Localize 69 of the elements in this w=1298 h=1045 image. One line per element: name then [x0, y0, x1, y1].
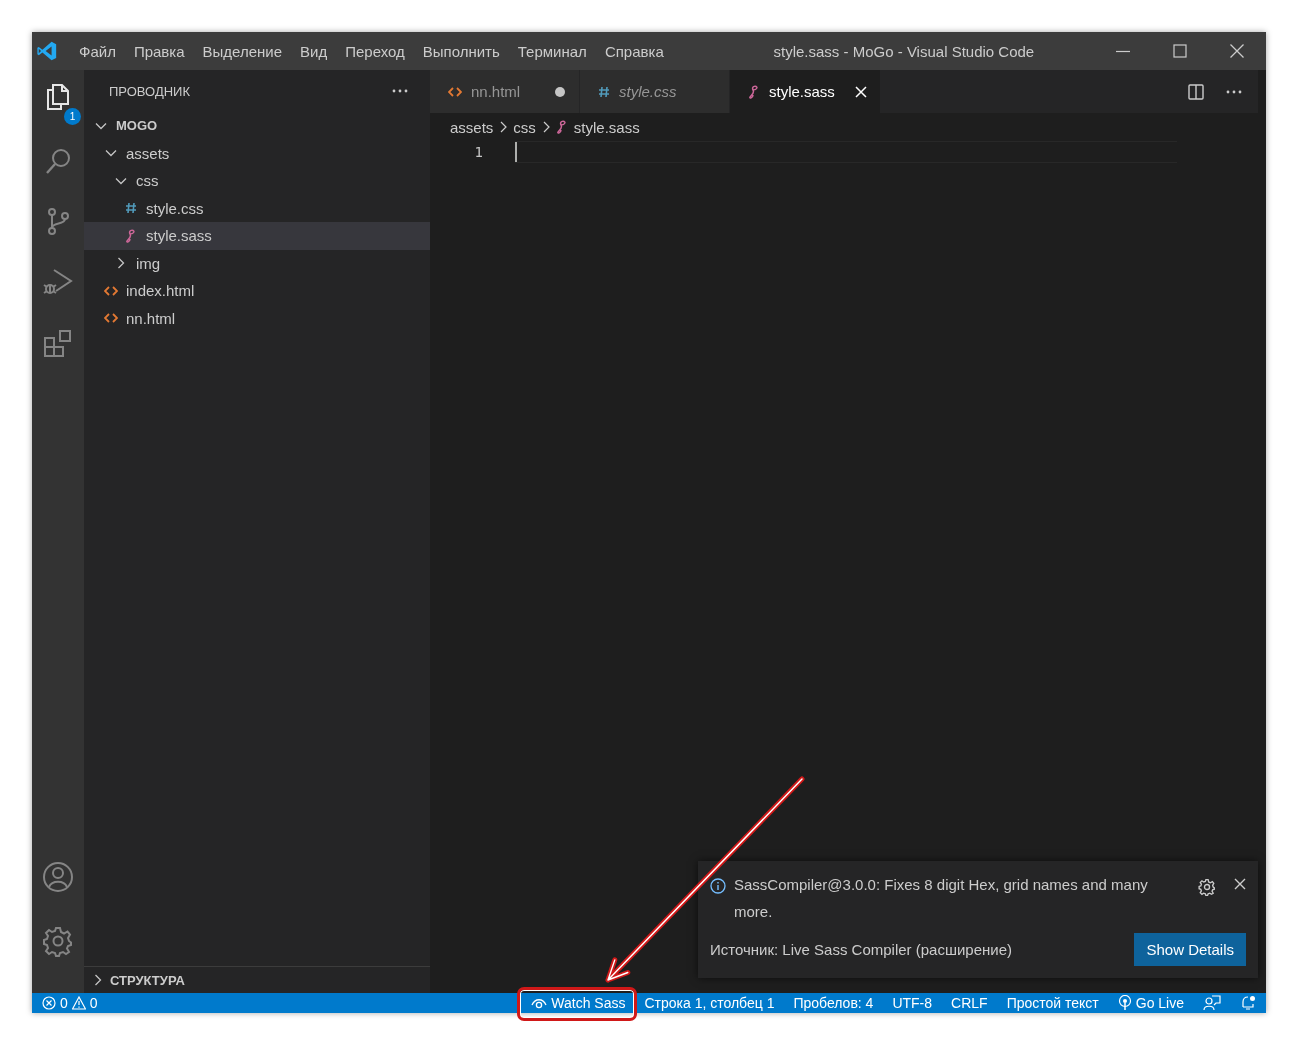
- text-cursor: [515, 142, 517, 162]
- tree-item[interactable]: style.css: [84, 194, 430, 222]
- settings-icon[interactable]: [1198, 878, 1216, 896]
- files-icon[interactable]: [44, 82, 72, 112]
- close-icon[interactable]: [1234, 878, 1246, 890]
- line-number: 1: [473, 144, 483, 160]
- warning-icon: [71, 996, 86, 1010]
- window-title: style.sass - MoGo - Visual Studio Code: [772, 42, 1036, 60]
- status-bar-item[interactable]: Пробелов: 4: [793, 995, 874, 1011]
- sidebar-title: ПРОВОДНИК: [109, 83, 190, 99]
- menu-item[interactable]: Выполнить: [413, 42, 509, 60]
- breadcrumb-item[interactable]: style.sass: [573, 118, 640, 136]
- status-bar-item[interactable]: CRLF: [951, 995, 988, 1011]
- status-bar-item[interactable]: Строка 1, столбец 1: [644, 995, 775, 1011]
- status-bar-item[interactable]: Watch Sass: [531, 995, 626, 1011]
- status-bar-item[interactable]: Go Live: [1117, 995, 1184, 1011]
- breadcrumb-item[interactable]: assets: [450, 118, 494, 136]
- menu-item[interactable]: Терминал: [508, 42, 596, 60]
- editor-tab[interactable]: nn.html: [430, 70, 580, 113]
- tree-item[interactable]: nn.html: [84, 304, 430, 332]
- sass-icon: [748, 84, 760, 99]
- angle-brackets-icon: [448, 85, 462, 98]
- chevron-right-icon: [115, 257, 127, 270]
- feedback-icon[interactable]: [1203, 995, 1221, 1011]
- tree-item[interactable]: img: [84, 249, 430, 277]
- tree-item[interactable]: index.html: [84, 277, 430, 305]
- account-icon[interactable]: [42, 861, 74, 893]
- sass-icon: [125, 228, 137, 243]
- editor-tab[interactable]: style.sass: [730, 70, 881, 113]
- chevron-right-icon: [541, 121, 550, 133]
- bell-icon[interactable]: [1240, 995, 1256, 1011]
- tree-item[interactable]: css: [84, 167, 430, 195]
- menu-item[interactable]: Справка: [595, 42, 673, 60]
- maximize-icon[interactable]: [1173, 44, 1187, 58]
- broadcast-icon: [1117, 995, 1132, 1011]
- info-icon: [710, 878, 726, 894]
- problems-status[interactable]: 0 0: [32, 995, 98, 1011]
- chevron-right-icon: [92, 974, 104, 986]
- search-icon[interactable]: [43, 146, 73, 176]
- sass-icon: [555, 120, 568, 134]
- hash-icon: [125, 202, 137, 215]
- menu-item[interactable]: Файл: [70, 42, 125, 60]
- extensions-icon[interactable]: [42, 328, 74, 360]
- menu-item[interactable]: Переход: [336, 42, 414, 60]
- more-actions-icon[interactable]: [392, 89, 408, 93]
- tree-item[interactable]: assets: [84, 139, 430, 167]
- more-actions-icon[interactable]: [1226, 89, 1242, 94]
- notification-message: SassCompiler@3.0.0: Fixes 8 digit Hex, grid names and many more.: [734, 875, 1149, 922]
- eye-icon: [531, 997, 548, 1009]
- notification-badge: 1: [64, 108, 81, 125]
- angle-brackets-icon: [104, 284, 118, 297]
- status-bar-item[interactable]: Простой текст: [1006, 995, 1099, 1011]
- menu-item[interactable]: Вид: [291, 42, 337, 60]
- tree-item[interactable]: style.sass: [84, 222, 430, 250]
- split-editor-icon[interactable]: [1188, 83, 1204, 100]
- chevron-right-icon: [499, 121, 508, 133]
- hash-icon: [598, 85, 610, 98]
- angle-brackets-icon: [104, 312, 118, 325]
- status-bar-item[interactable]: UTF-8: [892, 995, 933, 1011]
- editor-tab[interactable]: style.css: [580, 70, 730, 113]
- close-icon[interactable]: [1230, 44, 1244, 58]
- menu-item[interactable]: Выделение: [193, 42, 292, 60]
- app-logo-icon: [36, 40, 58, 62]
- menu-item[interactable]: Правка: [124, 42, 194, 60]
- notification-source: Источник: Live Sass Compiler (расширение): [710, 941, 1013, 958]
- breadcrumb-item[interactable]: css: [513, 118, 536, 136]
- error-icon: [42, 996, 56, 1010]
- tree-item[interactable]: MOGO: [84, 112, 430, 140]
- show-details-button[interactable]: Show Details: [1134, 933, 1246, 966]
